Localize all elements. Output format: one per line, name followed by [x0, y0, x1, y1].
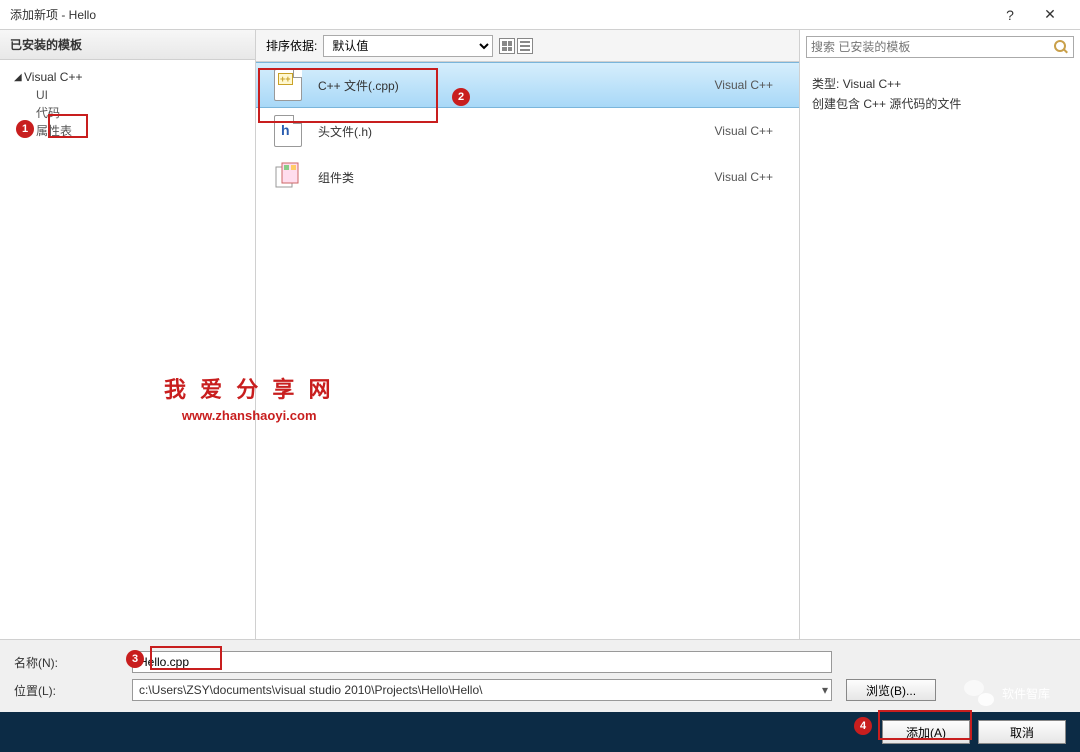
add-button[interactable]: 添加(A): [882, 720, 970, 744]
sort-bar: 排序依据: 默认值: [256, 30, 799, 62]
template-label: C++ 文件(.cpp): [318, 77, 715, 94]
search-icon[interactable]: [1053, 39, 1069, 55]
tree-item-code[interactable]: 代码: [0, 104, 255, 122]
form-area: 名称(N): 位置(L): ▾ 浏览(B)...: [0, 639, 1080, 712]
tree-root-label: Visual C++: [24, 70, 82, 84]
right-panel: 类型: Visual C++ 创建包含 C++ 源代码的文件: [800, 30, 1080, 639]
tree-root-visual-cpp[interactable]: ◢ Visual C++: [0, 68, 255, 86]
close-button[interactable]: ✕: [1030, 6, 1070, 23]
callout-4: 4: [854, 717, 872, 735]
template-label: 组件类: [318, 169, 715, 186]
desc-text: 创建包含 C++ 源代码的文件: [812, 94, 1068, 114]
cancel-button[interactable]: 取消: [978, 720, 1066, 744]
template-lang: Visual C++: [715, 124, 781, 138]
name-input[interactable]: [132, 651, 832, 673]
template-item-header[interactable]: 头文件(.h) Visual C++: [256, 108, 799, 154]
template-list: C++ 文件(.cpp) Visual C++ 头文件(.h) Visual C…: [256, 62, 799, 639]
sort-label: 排序依据:: [266, 37, 317, 54]
titlebar: 添加新项 - Hello ? ✕: [0, 0, 1080, 30]
dialog-footer: 添加(A) 取消: [0, 712, 1080, 752]
view-list-icon[interactable]: [517, 38, 533, 54]
search-input[interactable]: [811, 40, 1053, 54]
view-grid-icon[interactable]: [499, 38, 515, 54]
desc-type-label: 类型:: [812, 77, 839, 91]
location-label: 位置(L):: [14, 682, 124, 699]
browse-button[interactable]: 浏览(B)...: [846, 679, 936, 701]
callout-3: 3: [126, 650, 144, 668]
main: 已安装的模板 ◢ Visual C++ UI 代码 属性表 排序依据: 默认值: [0, 30, 1080, 639]
search-box[interactable]: [806, 36, 1074, 58]
tree-item-ui[interactable]: UI: [0, 86, 255, 104]
callout-1: 1: [16, 120, 34, 138]
tree-item-propsheet[interactable]: 属性表: [0, 122, 255, 140]
template-center: 排序依据: 默认值 C++ 文件(.cpp) Visual C++ 头文件(.h…: [256, 30, 800, 639]
template-item-cpp[interactable]: C++ 文件(.cpp) Visual C++: [256, 62, 799, 108]
template-lang: Visual C++: [715, 78, 781, 92]
template-label: 头文件(.h): [318, 123, 715, 140]
sidebar-header: 已安装的模板: [0, 30, 255, 60]
caret-down-icon: ◢: [14, 72, 24, 83]
window-title: 添加新项 - Hello: [10, 6, 990, 23]
template-item-component[interactable]: 组件类 Visual C++: [256, 154, 799, 200]
name-label: 名称(N):: [14, 654, 124, 671]
view-toggle: [499, 38, 533, 54]
component-icon: [274, 161, 302, 193]
sort-select[interactable]: 默认值: [323, 35, 493, 57]
template-description: 类型: Visual C++ 创建包含 C++ 源代码的文件: [800, 64, 1080, 124]
cpp-file-icon: [274, 69, 302, 101]
desc-type-value: Visual C++: [843, 77, 901, 91]
location-input[interactable]: [132, 679, 832, 701]
template-tree: ◢ Visual C++ UI 代码 属性表: [0, 60, 255, 148]
template-lang: Visual C++: [715, 170, 781, 184]
help-button[interactable]: ?: [990, 7, 1030, 23]
callout-2: 2: [452, 88, 470, 106]
sidebar: 已安装的模板 ◢ Visual C++ UI 代码 属性表: [0, 30, 256, 639]
h-file-icon: [274, 115, 302, 147]
